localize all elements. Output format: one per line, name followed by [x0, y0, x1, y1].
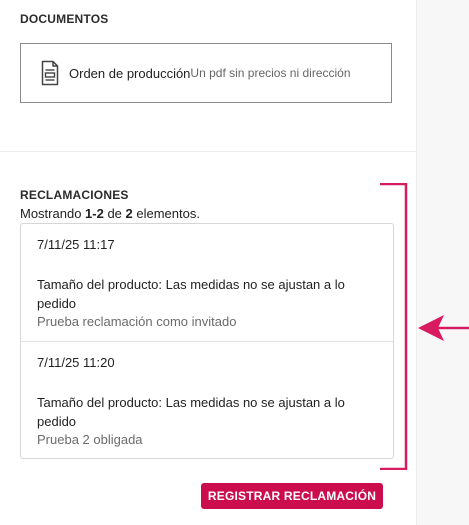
- order-detail-panel: DOCUMENTOS Orden de producción Un pdf si…: [0, 0, 416, 525]
- claim-item: 7/11/25 11:20 Tamaño del producto: Las m…: [21, 342, 393, 460]
- claims-list: 7/11/25 11:17 Tamaño del producto: Las m…: [20, 223, 394, 459]
- section-divider: [0, 151, 416, 152]
- claim-date: 7/11/25 11:20: [37, 355, 115, 370]
- claim-note: Prueba reclamación como invitado: [37, 314, 237, 329]
- documents-title: DOCUMENTOS: [20, 12, 109, 26]
- claim-date: 7/11/25 11:17: [37, 237, 115, 252]
- count-middle: de: [103, 206, 126, 221]
- document-name: Orden de producción: [69, 65, 191, 81]
- register-claim-button[interactable]: REGISTRAR RECLAMACIÓN: [201, 483, 383, 509]
- document-item[interactable]: Orden de producción Un pdf sin precios n…: [20, 43, 392, 103]
- claim-note: Prueba 2 obligada: [37, 432, 143, 447]
- count-range: 1-2: [85, 206, 104, 221]
- bracket-highlight: [380, 183, 408, 470]
- count-suffix: elementos.: [132, 206, 200, 221]
- claim-reason: Tamaño del producto: Las medidas no se a…: [37, 395, 345, 429]
- right-gutter: [416, 0, 469, 525]
- count-prefix: Mostrando: [20, 206, 86, 221]
- document-icon: [41, 60, 59, 86]
- document-description: Un pdf sin precios ni dirección: [190, 66, 351, 80]
- arrow-left-icon: [418, 315, 469, 341]
- claim-reason: Tamaño del producto: Las medidas no se a…: [37, 277, 345, 311]
- claims-title: RECLAMACIONES: [20, 188, 129, 202]
- claim-item: 7/11/25 11:17 Tamaño del producto: Las m…: [21, 224, 393, 342]
- claims-count: Mostrando 1-2 de 2 elementos.: [20, 206, 200, 221]
- count-total: 2: [125, 206, 133, 221]
